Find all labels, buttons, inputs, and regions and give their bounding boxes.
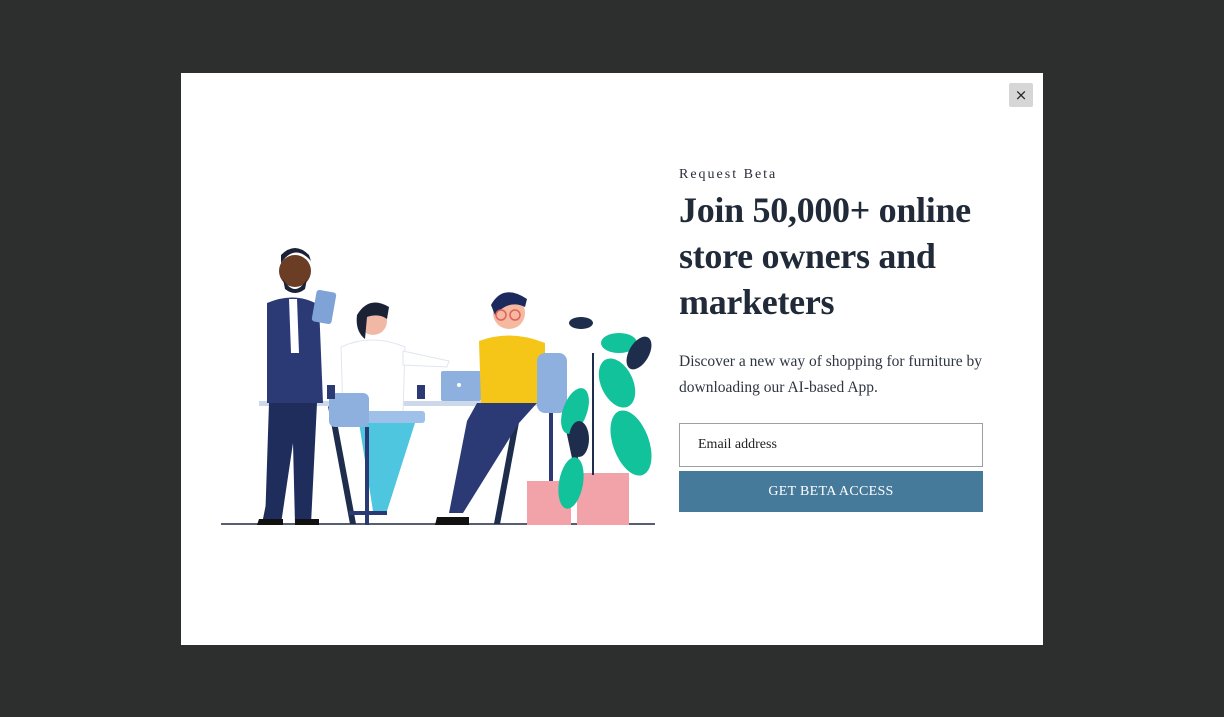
get-beta-access-button[interactable]: GET BETA ACCESS	[679, 471, 983, 512]
email-field[interactable]	[679, 423, 983, 467]
signup-content: Request Beta Join 50,000+ online store o…	[679, 167, 983, 512]
headline: Join 50,000+ online store owners and mar…	[679, 190, 971, 322]
close-icon: ×	[1014, 85, 1028, 104]
eyebrow-label: Request Beta	[679, 167, 778, 182]
beta-signup-modal: × Request Beta Join 50,000+ online store…	[181, 73, 1043, 645]
close-button[interactable]: ×	[1009, 83, 1033, 107]
description-text: Discover a new way of shopping for furni…	[679, 353, 983, 396]
team-meeting-illustration	[221, 248, 655, 525]
